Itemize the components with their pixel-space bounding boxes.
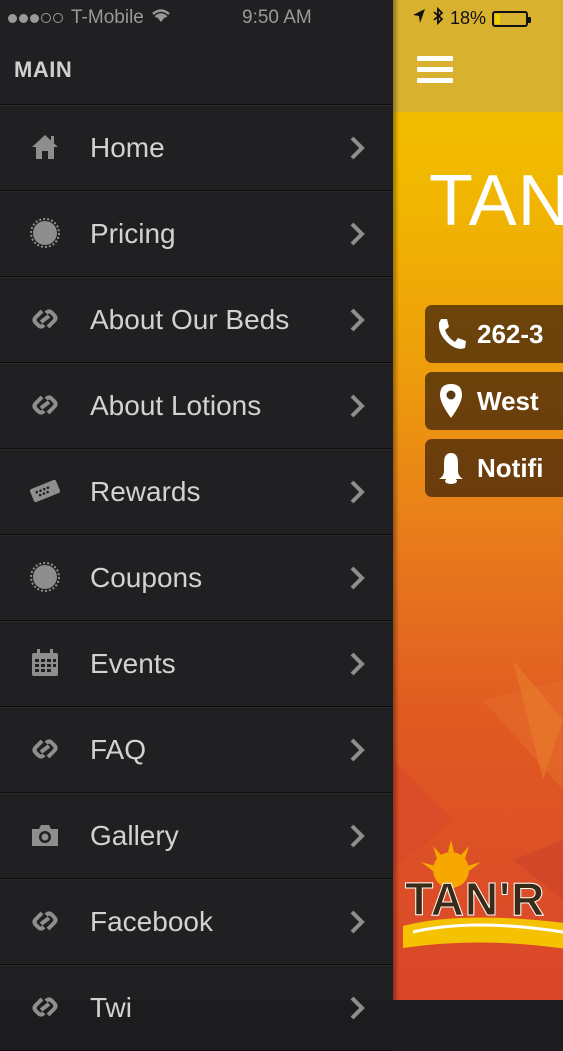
chevron-right-icon bbox=[346, 735, 368, 765]
menu-item-about-our-beds[interactable]: About Our Beds bbox=[0, 277, 393, 363]
phone-button[interactable]: 262-3 bbox=[425, 305, 563, 363]
menu-item-gallery[interactable]: Gallery bbox=[0, 793, 393, 879]
menu-section-title: MAIN bbox=[14, 57, 73, 82]
chevron-right-icon bbox=[346, 821, 368, 851]
location-pin-icon bbox=[425, 383, 477, 419]
menu-item-rewards[interactable]: Rewards bbox=[0, 449, 393, 535]
location-button-label: West bbox=[477, 385, 539, 416]
menu-item-label: Coupons bbox=[90, 562, 203, 593]
menu-item-label: Rewards bbox=[90, 476, 201, 507]
chevron-right-icon bbox=[346, 907, 368, 937]
brand-title: TAN bbox=[429, 161, 563, 241]
menu-item-pricing[interactable]: Pricing bbox=[0, 191, 393, 277]
chevron-right-icon bbox=[346, 477, 368, 507]
hamburger-menu-icon[interactable] bbox=[417, 56, 453, 86]
chevron-right-icon bbox=[346, 563, 368, 593]
chevron-right-icon bbox=[346, 649, 368, 679]
logo-text: TAN'R bbox=[404, 873, 546, 926]
menu-item-home[interactable]: Home bbox=[0, 105, 393, 191]
seal-icon bbox=[28, 562, 62, 592]
menu-item-label: Gallery bbox=[90, 820, 179, 851]
link-icon bbox=[28, 734, 62, 764]
menu-item-label: Pricing bbox=[90, 218, 176, 249]
menu-item-label: Events bbox=[90, 648, 176, 679]
chevron-right-icon bbox=[346, 219, 368, 249]
tanr-logo: TAN'R bbox=[403, 840, 563, 955]
side-menu: MAIN Home Pricing About Our Beds About L… bbox=[0, 0, 393, 1051]
seal-icon bbox=[28, 218, 62, 248]
menu-list: Home Pricing About Our Beds About Lotion… bbox=[0, 105, 393, 1051]
calendar-icon bbox=[28, 648, 62, 678]
link-icon bbox=[28, 992, 62, 1022]
menu-item-facebook[interactable]: Facebook bbox=[0, 879, 393, 965]
camera-icon bbox=[28, 820, 62, 850]
menu-item-faq[interactable]: FAQ bbox=[0, 707, 393, 793]
bell-icon bbox=[425, 451, 477, 485]
menu-item-label: FAQ bbox=[90, 734, 147, 765]
menu-item-label: Twi bbox=[90, 992, 132, 1023]
menu-item-twitter[interactable]: Twi bbox=[0, 965, 393, 1051]
menu-item-label: About Lotions bbox=[90, 390, 262, 421]
main-content[interactable]: TAN 262-3 West Notifi TAN'R bbox=[393, 0, 563, 1000]
menu-item-label: Home bbox=[90, 132, 165, 163]
drawer-shadow bbox=[393, 0, 399, 1000]
chevron-right-icon bbox=[346, 391, 368, 421]
notifications-button-label: Notifi bbox=[477, 452, 544, 483]
home-icon bbox=[28, 132, 62, 162]
chevron-right-icon bbox=[346, 305, 368, 335]
phone-icon bbox=[425, 317, 477, 351]
link-icon bbox=[28, 906, 62, 936]
link-icon bbox=[28, 304, 62, 334]
menu-item-label: Facebook bbox=[90, 906, 213, 937]
menu-item-about-lotions[interactable]: About Lotions bbox=[0, 363, 393, 449]
menu-item-coupons[interactable]: Coupons bbox=[0, 535, 393, 621]
menu-item-label: About Our Beds bbox=[90, 304, 290, 335]
chevron-right-icon bbox=[346, 993, 368, 1023]
notifications-button[interactable]: Notifi bbox=[425, 439, 563, 497]
nav-bar bbox=[393, 0, 563, 112]
phone-button-label: 262-3 bbox=[477, 318, 544, 349]
chevron-right-icon bbox=[346, 133, 368, 163]
ticket-icon bbox=[28, 476, 62, 506]
menu-item-events[interactable]: Events bbox=[0, 621, 393, 707]
location-button[interactable]: West bbox=[425, 372, 563, 430]
link-icon bbox=[28, 390, 62, 420]
